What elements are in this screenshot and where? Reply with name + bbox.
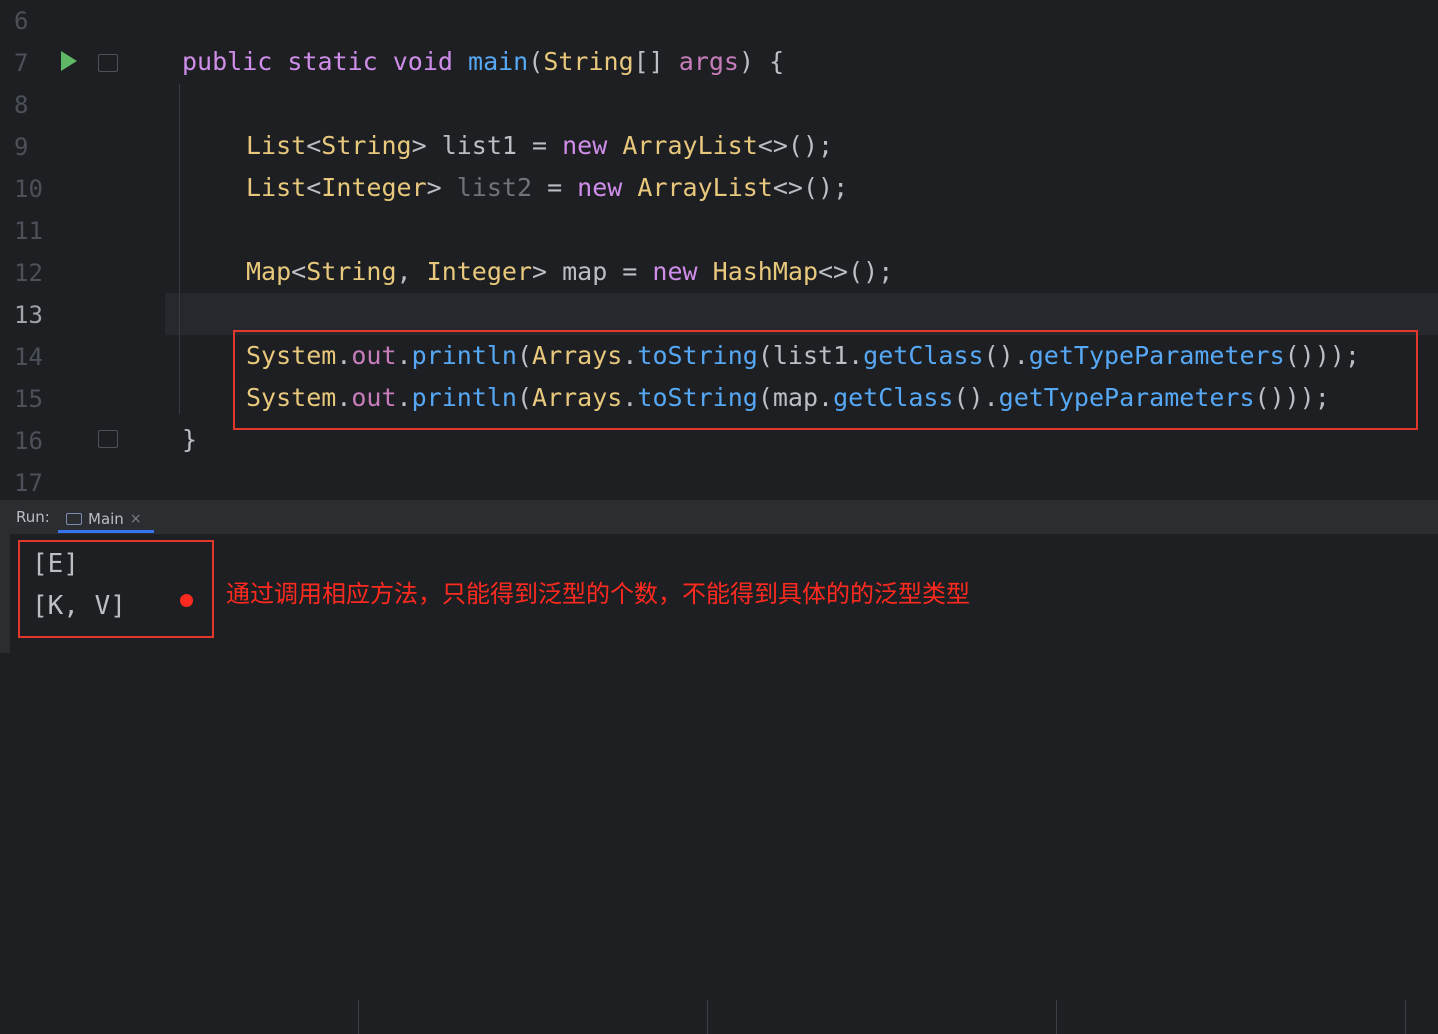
tab-active-indicator — [58, 530, 154, 533]
divider — [358, 1000, 359, 1034]
code-line-12: Map<String, Integer> map = new HashMap<>… — [246, 257, 894, 286]
code-line-10: List<Integer> list2 = new ArrayList<>(); — [246, 173, 849, 202]
tab-main-label: Main — [88, 510, 124, 528]
line-number: 10 — [14, 175, 43, 203]
code-line-7: public static void main(String[] args) { — [182, 47, 785, 76]
code-highlight-box — [233, 330, 1418, 430]
close-icon[interactable]: × — [130, 511, 142, 527]
indent-guide — [179, 84, 180, 414]
fold-icon[interactable] — [98, 54, 118, 72]
console-sidebar — [0, 534, 10, 653]
line-gutter: 6 7 8 9 10 11 12 13 14 15 16 17 — [0, 0, 165, 500]
line-number: 16 — [14, 427, 43, 455]
line-number: 11 — [14, 217, 43, 245]
run-toolbar — [0, 500, 1438, 1034]
line-number: 8 — [14, 91, 29, 119]
line-number: 17 — [14, 469, 43, 497]
line-number-current: 13 — [14, 301, 43, 329]
pointer-dot — [180, 594, 193, 607]
divider — [1056, 1000, 1057, 1034]
line-number: 6 — [14, 7, 29, 35]
annotation-text: 通过调用相应方法，只能得到泛型的个数，不能得到具体的的泛型类型 — [226, 580, 970, 608]
code-line-16: } — [182, 425, 198, 454]
divider — [1405, 1000, 1406, 1034]
code-line-9: List<String> list1 = new ArrayList<>(); — [246, 131, 834, 160]
divider — [707, 1000, 708, 1034]
line-number: 14 — [14, 343, 43, 371]
line-number: 15 — [14, 385, 43, 413]
console-icon — [66, 513, 82, 525]
run-icon[interactable] — [61, 51, 77, 71]
output-highlight-box — [18, 540, 214, 638]
run-label: Run: — [16, 508, 50, 526]
line-number: 12 — [14, 259, 43, 287]
line-number: 9 — [14, 133, 29, 161]
fold-icon[interactable] — [98, 430, 118, 448]
code-editor[interactable]: 6 7 8 9 10 11 12 13 14 15 16 17 public s… — [0, 0, 1438, 500]
line-number: 7 — [14, 49, 29, 77]
current-line-highlight — [0, 293, 1438, 335]
